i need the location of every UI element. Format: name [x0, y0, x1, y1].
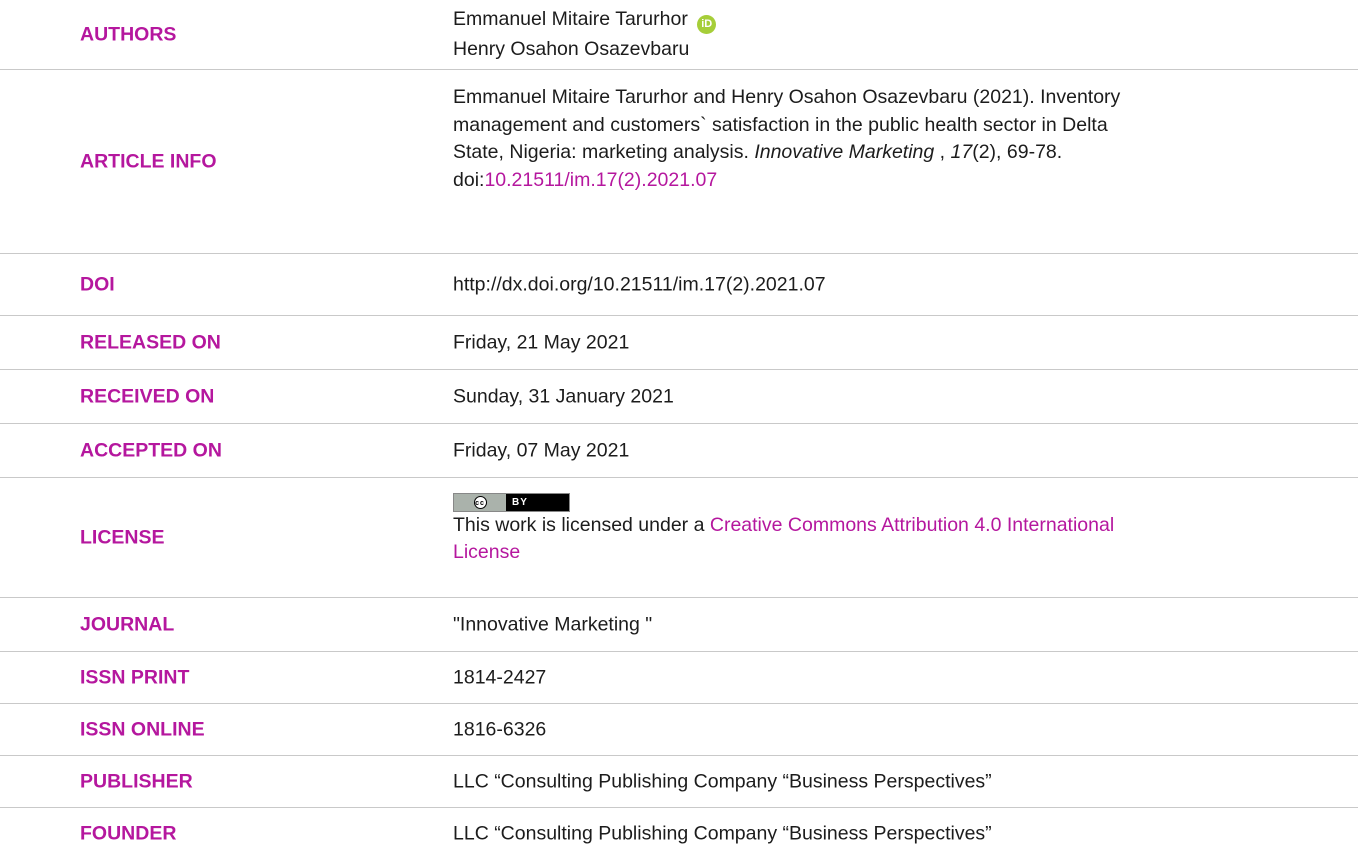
row-publisher: PUBLISHER LLC “Consulting Publishing Com… — [0, 756, 1358, 808]
row-license: LICENSE cc BY This work is licensed unde… — [0, 478, 1358, 598]
citation-journal: Innovative Marketing — [754, 141, 935, 163]
issn-online-value: 1816-6326 — [453, 718, 547, 740]
label-article-info: ARTICLE INFO — [80, 150, 217, 172]
doi-value[interactable]: http://dx.doi.org/10.21511/im.17(2).2021… — [453, 271, 1318, 298]
authors-list: Emmanuel Mitaire Tarurhor iD Henry Osaho… — [453, 6, 1318, 63]
label-founder: FOUNDER — [80, 822, 177, 845]
citation-sep: , — [934, 141, 951, 163]
license-link[interactable]: Creative Commons Attribution 4.0 Interna… — [710, 514, 1114, 536]
license-text-pre: This work is licensed under a — [453, 514, 710, 536]
label-doi: DOI — [80, 273, 115, 295]
citation-volume: 17 — [950, 141, 973, 163]
citation-doi-prefix: doi: — [453, 168, 485, 191]
label-license: LICENSE — [80, 526, 165, 548]
label-received-on: RECEIVED ON — [80, 385, 215, 407]
license-link-line-2[interactable]: License — [453, 541, 520, 563]
label-issn-print: ISSN PRINT — [80, 666, 190, 688]
author-2-name: Henry Osahon Osazevbaru — [453, 38, 690, 60]
row-article-info: ARTICLE INFO Emmanuel Mitaire Tarurhor a… — [0, 70, 1358, 254]
journal-value: "Innovative Marketing " — [453, 613, 653, 635]
orcid-icon[interactable]: iD — [697, 15, 717, 34]
citation-line-3: State, Nigeria: marketing analysis. Inno… — [453, 139, 1318, 167]
author-1-name: Emmanuel Mitaire Tarurhor — [453, 8, 688, 30]
cc-icon: cc — [473, 496, 487, 509]
license-text: This work is licensed under a Creative C… — [453, 512, 1318, 539]
citation-issue-pages: (2), 69-78. — [972, 141, 1063, 163]
row-issn-online: ISSN ONLINE 1816-6326 — [0, 704, 1358, 756]
row-journal: JOURNAL "Innovative Marketing " — [0, 598, 1358, 652]
row-authors: AUTHORS Emmanuel Mitaire Tarurhor iD Hen… — [0, 0, 1358, 70]
citation-doi-link[interactable]: 10.21511/im.17(2).2021.07 — [484, 169, 717, 191]
citation-title-end: State, Nigeria: marketing analysis. — [453, 141, 755, 163]
citation-line-1: Emmanuel Mitaire Tarurhor and Henry Osah… — [453, 86, 1121, 108]
license-info: cc BY This work is licensed under a Crea… — [453, 486, 1318, 566]
row-accepted-on: ACCEPTED ON Friday, 07 May 2021 — [0, 424, 1358, 478]
publisher-value: LLC “Consulting Publishing Company “Busi… — [453, 770, 992, 792]
issn-print-value: 1814-2427 — [453, 666, 547, 688]
label-accepted-on: ACCEPTED ON — [80, 439, 222, 461]
row-released-on: RELEASED ON Friday, 21 May 2021 — [0, 316, 1358, 370]
author-name: Emmanuel Mitaire Tarurhor iD — [453, 6, 1318, 34]
citation-line-2: management and customers` satisfaction i… — [453, 113, 1108, 136]
row-issn-print: ISSN PRINT 1814-2427 — [0, 652, 1358, 704]
label-authors: AUTHORS — [80, 23, 177, 45]
row-received-on: RECEIVED ON Sunday, 31 January 2021 — [0, 370, 1358, 424]
license-link-cont: License — [453, 539, 1318, 566]
received-on-value: Sunday, 31 January 2021 — [453, 385, 674, 407]
label-publisher: PUBLISHER — [80, 770, 193, 792]
row-founder: FOUNDER LLC “Consulting Publishing Compa… — [0, 808, 1358, 860]
row-doi: DOI http://dx.doi.org/10.21511/im.17(2).… — [0, 254, 1358, 316]
label-issn-online: ISSN ONLINE — [80, 718, 205, 740]
citation-line-4: doi:10.21511/im.17(2).2021.07 — [453, 167, 1318, 195]
released-on-value: Friday, 21 May 2021 — [453, 331, 630, 353]
founder-value: LLC “Consulting Publishing Company “Busi… — [453, 822, 992, 845]
cc-by-badge[interactable]: cc BY — [453, 486, 1318, 512]
label-journal: JOURNAL — [80, 613, 175, 635]
accepted-on-value: Friday, 07 May 2021 — [453, 439, 630, 461]
label-released-on: RELEASED ON — [80, 331, 221, 353]
article-citation: Emmanuel Mitaire Tarurhor and Henry Osah… — [453, 84, 1318, 194]
